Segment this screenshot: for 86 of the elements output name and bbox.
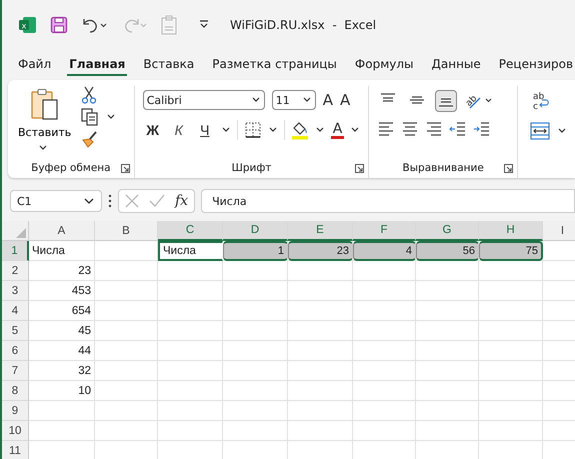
column-header[interactable]: D [223,221,288,241]
column-header[interactable]: C [158,221,223,241]
italic-button[interactable]: К [168,122,189,138]
window-title: WiFiGiD.RU.xlsx - Excel [230,18,376,32]
group-label: Шрифт [232,162,272,174]
table-cell-text: 44 [77,344,92,358]
font-name-dropdown[interactable]: Calibri [142,90,265,110]
save-icon[interactable] [50,16,68,34]
table-cell-text: 32 [77,364,92,378]
row-header[interactable]: 5 [2,321,29,341]
group-label: Выравнивание [402,162,484,174]
column-header[interactable]: G [416,221,479,241]
table-cell: Числа [158,241,223,261]
column-header[interactable]: E [288,221,353,241]
bold-button[interactable]: Ж [142,122,163,138]
align-center-icon[interactable] [401,122,420,136]
column-header[interactable]: H [479,221,543,241]
more-options-icon[interactable] [108,194,112,208]
table-cell: 4 [353,241,416,261]
align-right-icon[interactable] [425,122,444,136]
caret-icon [250,96,261,104]
font-color-button[interactable]: A [330,122,344,138]
table-cell-text: Числа [31,244,66,258]
table-cell: 1 [223,241,288,261]
clipboard-123-icon [160,15,178,35]
table-cell: 56 [416,241,479,261]
fill-bucket-icon[interactable] [290,120,309,140]
row-header[interactable]: 7 [2,361,29,381]
underline-button[interactable]: Ч [194,122,215,138]
table-cell-text: 453 [70,284,92,298]
font-size-dropdown[interactable]: 11 [272,90,316,110]
table-cell-text: 45 [77,324,92,338]
ribbon-tab[interactable]: Разметка страницы [210,54,339,76]
decrease-indent-icon[interactable] [449,122,468,136]
borders-icon[interactable] [244,121,262,139]
table-cell: 75 [479,241,543,261]
caret-icon[interactable] [350,126,360,134]
row-header[interactable]: 1 [2,241,29,261]
copy-icon[interactable] [81,108,100,126]
insert-function-button[interactable]: fx [175,193,188,209]
row-header[interactable]: 3 [2,281,29,301]
table-cell-text: 23 [77,264,92,278]
ribbon-tab[interactable]: Рецензиров [496,54,575,76]
paste-button[interactable]: Вставить [18,86,72,142]
name-box[interactable]: C1 [10,190,102,212]
caret-icon[interactable] [314,126,325,134]
column-header[interactable]: A [29,221,95,241]
row-header[interactable]: 9 [2,401,29,421]
row-header[interactable]: 11 [2,441,29,459]
dialog-launcher-icon[interactable] [355,164,364,173]
caret-icon[interactable] [557,127,567,135]
format-painter-icon[interactable] [81,130,100,148]
scissors-icon[interactable] [81,86,98,104]
bottom-align-button[interactable] [435,90,458,112]
row-header[interactable]: 8 [2,381,29,401]
ribbon-tab[interactable]: Формулы [352,54,416,76]
clipboard-icon [30,88,60,122]
formula-field[interactable]: Числа [201,189,575,213]
caret-icon [302,96,312,104]
check-icon[interactable] [149,194,165,208]
ribbon-tab[interactable]: Файл [16,54,54,76]
increase-font-size-button[interactable]: A [322,91,333,109]
caret-icon[interactable] [220,126,231,134]
row-header[interactable]: 10 [2,421,29,441]
row-header[interactable]: 2 [2,261,29,281]
group-label: Буфер обмена [31,162,111,174]
row-header[interactable]: 4 [2,301,29,321]
increase-indent-icon[interactable] [473,122,492,136]
dialog-launcher-icon[interactable] [120,164,130,173]
caret-icon[interactable] [106,113,116,121]
align-left-icon[interactable] [377,122,396,136]
caret-icon[interactable] [268,126,278,134]
ribbon-tab[interactable]: Данные [430,54,483,76]
table-cell: 23 [288,241,353,261]
ribbon-tab[interactable]: Главная [67,54,128,76]
dropdown-caret-icon[interactable] [38,144,48,152]
row-header[interactable]: 6 [2,341,29,361]
dialog-launcher-icon[interactable] [504,164,513,173]
table-cell-text: 10 [77,384,92,398]
column-header[interactable]: F [353,221,416,241]
decrease-font-size-button[interactable]: A [340,91,350,109]
merge-center-icon[interactable] [530,122,550,140]
column-header[interactable]: I [543,221,575,241]
ribbon-tab[interactable]: Вставка [141,54,196,76]
table-cell-text: 654 [70,304,92,318]
column-header[interactable]: B [95,221,158,241]
